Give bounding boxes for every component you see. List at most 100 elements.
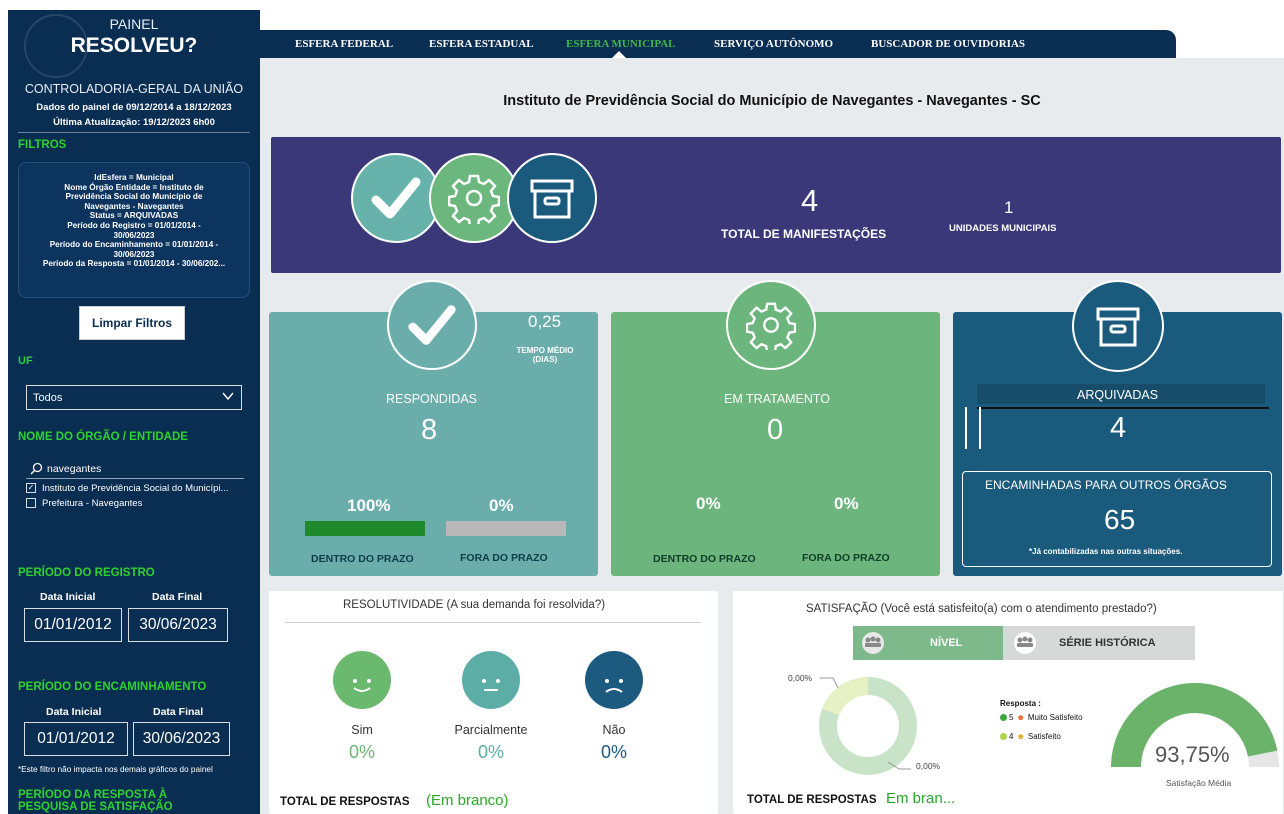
tratamento-fora-label: FORA DO PRAZO — [802, 552, 890, 564]
filter-line: Previdência Social do Município de — [65, 192, 203, 202]
tratamento-dentro-pct: 0% — [696, 494, 721, 513]
resposta-label: PERÍODO DA RESPOSTA À PESQUISA DE SATISF… — [18, 789, 173, 813]
total-manifestacoes-label: TOTAL DE MANIFESTAÇÕES — [721, 227, 887, 241]
registro-inicial-input[interactable]: 01/01/2012 — [24, 608, 122, 642]
search-icon — [30, 462, 43, 475]
filter-line: Navegantes - Navegantes — [84, 201, 184, 211]
tab-esfera-federal[interactable]: ESFERA FEDERAL — [295, 38, 393, 50]
filter-line: 30/06/2023 — [113, 230, 155, 240]
filter-note: *Este filtro não impacta nos demais gráf… — [18, 765, 213, 774]
filter-line: Período do Encaminhamento = 01/01/2014 - — [49, 240, 219, 250]
registro-inicial-label: Data Inicial — [40, 591, 96, 603]
archive-circle — [507, 153, 597, 243]
orgao-option[interactable]: Prefeitura - Navegantes — [26, 496, 248, 510]
archive-box-icon — [1096, 307, 1140, 347]
tratamento-label: EM TRATAMENTO — [724, 392, 831, 406]
divider — [18, 132, 250, 133]
emoji-face-icon: ☻ — [1016, 713, 1025, 722]
legend-title: Resposta : — [1000, 699, 1041, 708]
gear-icon — [746, 302, 796, 350]
face-neutral-icon — [462, 651, 520, 709]
encaminhadas-value: 65 — [1104, 504, 1136, 535]
encaminhadas-note: *Já contabilizadas nas outras situações. — [1029, 547, 1183, 556]
resol-total-label: TOTAL DE RESPOSTAS — [280, 796, 410, 808]
registro-label: PERÍODO DO REGISTRO — [18, 567, 155, 579]
top-navigation: ESFERA FEDERAL ESFERA ESTADUAL ESFERA MU… — [260, 30, 1176, 58]
nao-label: Não — [602, 723, 626, 737]
tratamento-fora-pct: 0% — [834, 494, 859, 513]
tab-nivel[interactable]: NÍVEL — [853, 626, 1003, 660]
respondidas-fora-pct: 0% — [489, 496, 514, 515]
gear-circle — [429, 153, 519, 243]
enc-final-label: Data Final — [153, 706, 204, 718]
page-title: Instituto de Previdência Social do Munic… — [503, 93, 1041, 109]
respondidas-fora-label: FORA DO PRAZO — [460, 552, 548, 564]
tempo-medio-value: 0,25 — [528, 312, 562, 331]
legend-item: 5 ☻ Muito Satisfeito — [1000, 713, 1083, 722]
arquivadas-value: 4 — [1110, 412, 1127, 444]
donut-label-bottom: 0,00% — [916, 761, 941, 771]
uf-label: UF — [18, 355, 33, 367]
respondidas-label: RESPONDIDAS — [386, 392, 477, 406]
filter-line: Período da Resposta = 01/01/2014 - 30/06… — [42, 259, 226, 269]
tratamento-dentro-label: DENTRO DO PRAZO — [653, 553, 756, 565]
tab-buscador-ouvidorias[interactable]: BUSCADOR DE OUVIDORIAS — [871, 38, 1025, 50]
brand-painel: PAINEL — [109, 16, 159, 32]
orgao-search-input[interactable]: navegantes — [26, 459, 244, 479]
emoji-face-icon: ☻ — [1016, 732, 1025, 741]
clear-filters-button[interactable]: Limpar Filtros — [79, 306, 185, 340]
uf-select[interactable]: Todos — [26, 385, 242, 410]
registro-final-label: Data Final — [152, 591, 203, 603]
filters-heading: FILTROS — [18, 139, 67, 151]
check-icon — [408, 305, 456, 345]
main-content: Instituto de Previdência Social do Munic… — [260, 58, 1284, 814]
checkbox-checked-icon[interactable]: ✓ — [26, 483, 36, 493]
orgao-option[interactable]: ✓ Instituto de Previdência Social do Mun… — [26, 481, 248, 495]
donut-label-top: 0,00% — [788, 673, 813, 683]
satisfacao-tabs: NÍVEL SÉRIE HISTÓRICA — [853, 626, 1195, 660]
satisfacao-panel: SATISFAÇÃO (Você está satisfeito(a) com … — [733, 591, 1283, 814]
encaminhadas-label: ENCAMINHADAS PARA OUTROS ÓRGÃOS — [985, 478, 1227, 492]
users-icon — [862, 632, 884, 654]
tab-esfera-estadual[interactable]: ESFERA ESTADUAL — [429, 38, 534, 50]
active-tab-caret — [612, 51, 626, 58]
dentro-prazo-bar-track — [305, 521, 425, 536]
registro-final-input[interactable]: 30/06/2023 — [128, 608, 228, 642]
tab-servico-autonomo[interactable]: SERVIÇO AUTÔNOMO — [714, 38, 833, 50]
tab-esfera-municipal[interactable]: ESFERA MUNICIPAL — [566, 38, 676, 50]
filter-line: IdEsfera = Municipal — [94, 173, 174, 182]
summary-banner: 4 TOTAL DE MANIFESTAÇÕES 1 UNIDADES MUNI… — [271, 137, 1281, 273]
check-circle — [351, 153, 441, 243]
respondidas-value: 8 — [421, 414, 438, 446]
fora-prazo-bar-track — [446, 521, 566, 536]
legend-dot — [1000, 733, 1007, 740]
total-manifestacoes-value: 4 — [801, 183, 819, 218]
filter-line: Status = ARQUIVADAS — [89, 211, 179, 221]
respondidas-dentro-pct: 100% — [347, 496, 391, 515]
resolutividade-panel: RESOLUTIVIDADE (A sua demanda foi resolv… — [269, 591, 718, 814]
panel-dates: Dados do painel de 09/12/2014 a 18/12/20… — [36, 102, 232, 128]
sidebar: PAINEL RESOLVEU? CONTROLADORIA-GERAL DA … — [8, 10, 260, 814]
gauge-value: 93,75% — [1155, 742, 1230, 767]
enc-final-input[interactable]: 30/06/2023 — [133, 722, 230, 756]
orgao-label: NOME DO ÓRGÃO / ENTIDADE — [18, 431, 188, 443]
tratamento-value: 0 — [767, 414, 784, 446]
filter-line: Nome Órgão Entidade = Instituto de — [64, 182, 204, 192]
filters-summary: IdEsfera = Municipal Nome Órgão Entidade … — [18, 162, 250, 298]
satis-total-label: TOTAL DE RESPOSTAS — [747, 794, 877, 806]
respondidas-check-circle — [387, 280, 477, 370]
nao-pct: 0% — [600, 742, 627, 762]
enc-inicial-input[interactable]: 01/01/2012 — [24, 722, 128, 756]
enc-inicial-label: Data Inicial — [46, 706, 102, 718]
checkbox-icon[interactable] — [26, 498, 36, 508]
tab-serie-historica[interactable]: SÉRIE HISTÓRICA — [1003, 626, 1195, 660]
org-name: CONTROLADORIA-GERAL DA UNIÃO — [24, 82, 244, 96]
tratamento-gear-circle — [726, 280, 816, 370]
resolutividade-title: RESOLUTIVIDADE (A sua demanda foi resolv… — [343, 599, 606, 611]
legend-item: 4 ☻ Satisfeito — [1000, 732, 1061, 741]
gauge-label: Satisfação Média — [1166, 778, 1232, 788]
legend-dot — [1000, 714, 1007, 721]
face-happy-icon — [333, 651, 391, 709]
parcialmente-pct: 0% — [477, 742, 504, 762]
face-sad-icon — [585, 651, 643, 709]
